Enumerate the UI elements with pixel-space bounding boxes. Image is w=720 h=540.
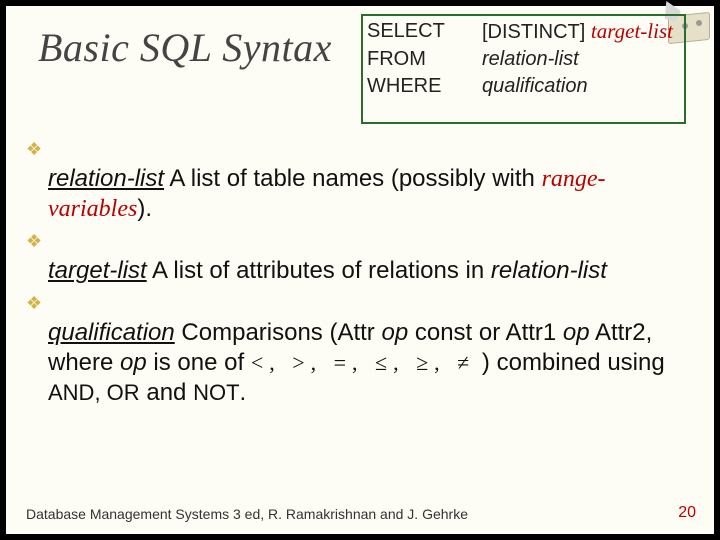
not: NOT: [193, 380, 239, 405]
bullet-icon: ❖: [26, 134, 48, 164]
text: ).: [137, 195, 152, 222]
bullet-qualification: ❖ qualification Comparisons (Attr op con…: [26, 288, 696, 408]
kw-select: SELECT: [367, 18, 482, 46]
relation-list-arg: relation-list: [482, 46, 579, 73]
syntax-row-select: SELECT [DISTINCT] target-list: [367, 18, 673, 46]
bullet-relation-list: ❖ relation-list A list of table names (p…: [26, 134, 696, 224]
kw-from: FROM: [367, 46, 482, 73]
slide: Basic SQL Syntax SELECT [DISTINCT] targe…: [6, 6, 714, 534]
relation-list-ref: relation-list: [491, 257, 607, 284]
term-relation-list: relation-list: [48, 165, 164, 192]
text: A list of table names (possibly with: [164, 165, 542, 192]
syntax-row-where: WHERE qualification: [367, 73, 673, 100]
slide-body: ❖ relation-list A list of table names (p…: [26, 134, 696, 410]
bullet-icon: ❖: [26, 226, 48, 256]
op2: op: [563, 319, 590, 346]
text: Comparisons (Attr: [175, 319, 382, 346]
text: A list of attributes of relations in: [147, 257, 491, 284]
text: const or Attr1: [408, 319, 563, 346]
text: and: [140, 379, 193, 406]
target-list-arg: target-list: [591, 19, 673, 43]
text: .: [240, 379, 247, 406]
slide-title: Basic SQL Syntax: [38, 24, 332, 71]
qualification-arg: qualification: [482, 73, 588, 100]
bullet-icon: ❖: [26, 288, 48, 318]
syntax-row-from: FROM relation-list: [367, 46, 673, 73]
text: ) combined using: [475, 349, 664, 376]
and-or: AND, OR: [48, 380, 140, 405]
text: is one of: [147, 349, 251, 376]
kw-where: WHERE: [367, 73, 482, 100]
syntax-table: SELECT [DISTINCT] target-list FROM relat…: [367, 18, 673, 100]
bullet-target-list: ❖ target-list A list of attributes of re…: [26, 226, 696, 286]
page-number: 20: [678, 504, 696, 522]
footer-citation: Database Management Systems 3 ed, R. Ram…: [26, 506, 468, 522]
op3: op: [120, 349, 147, 376]
comparison-operators: <, >, =, ≤, ≥, ≠: [251, 350, 475, 375]
distinct-optional: [DISTINCT]: [482, 21, 585, 43]
arg-select: [DISTINCT] target-list: [482, 18, 673, 46]
term-qualification: qualification: [48, 319, 175, 346]
term-target-list: target-list: [48, 257, 147, 284]
op1: op: [381, 319, 408, 346]
